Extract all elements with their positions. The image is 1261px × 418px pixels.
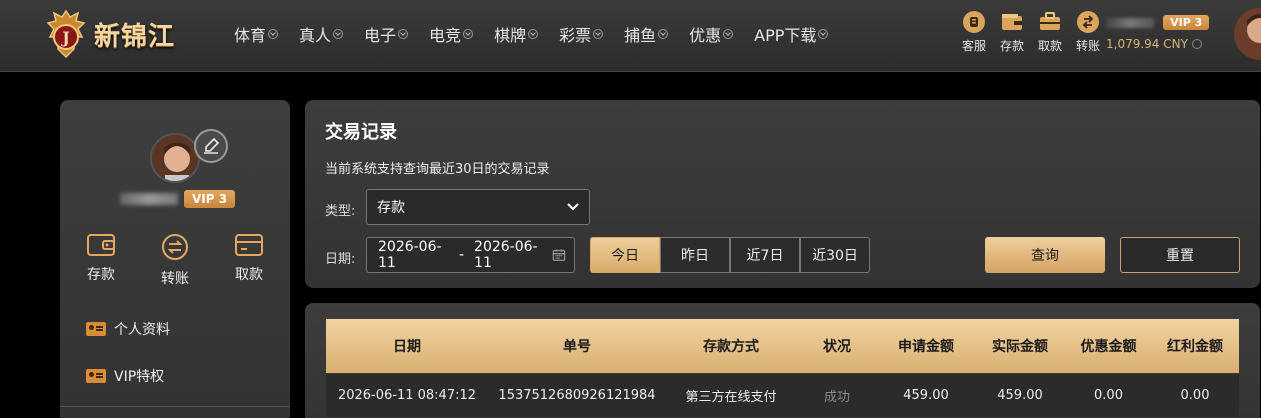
username-blurred — [1106, 17, 1154, 28]
support-button[interactable]: 客服 — [955, 10, 993, 54]
nav-item-app[interactable]: APP下载 — [754, 22, 829, 46]
vip-badge: VIP 3 — [1163, 15, 1210, 30]
avatar-photo-icon — [152, 135, 198, 181]
logo-badge-icon: J — [46, 9, 86, 59]
transfer-icon — [162, 234, 188, 260]
card-icon — [235, 234, 263, 256]
cell-bonus: 0.00 — [1180, 388, 1210, 403]
top-header: J 新锦江 体育 真人 电子 电竞 棋牌 彩票 捕鱼 优惠 APP下载 客服 存… — [0, 0, 1261, 72]
logo-letter: J — [60, 28, 70, 47]
records-table: 日期 单号 存款方式 状况 申请金额 实际金额 优惠金额 红利金额 2026-0… — [326, 319, 1239, 417]
chevron-down-icon — [593, 29, 604, 39]
edit-profile-button[interactable] — [194, 129, 228, 163]
sidebar-divider — [60, 406, 290, 407]
cell-method: 第三方在线支付 — [685, 390, 777, 405]
chevron-down-icon — [818, 29, 829, 39]
sidebar-withdraw-button[interactable]: 取款 — [222, 232, 276, 288]
date-range-input[interactable]: 2026-06-11 - 2026-06-11 — [366, 237, 575, 273]
table-header: 日期 单号 存款方式 状况 申请金额 实际金额 优惠金额 红利金额 — [326, 319, 1239, 373]
nav-item-esports[interactable]: 电竞 — [429, 22, 474, 46]
wallet-icon — [1002, 14, 1022, 30]
chevron-down-icon — [528, 29, 539, 39]
avatar-photo-icon — [1234, 8, 1261, 60]
avatar[interactable] — [150, 133, 200, 183]
vip-badge: VIP 3 — [184, 190, 236, 208]
filter-panel: 交易记录 当前系统支持查询最近30日的交易记录 类型: 存款 日期: 2026-… — [305, 100, 1260, 288]
date-end: 2026-06-11 — [474, 239, 538, 271]
chevron-down-icon — [1191, 39, 1202, 49]
sidebar-item-vip[interactable]: VIP特权 — [86, 366, 164, 386]
status-badge: 成功 — [823, 390, 850, 405]
col-order-no: 单号 — [563, 339, 591, 355]
col-promo: 优惠金额 — [1080, 339, 1137, 355]
logo[interactable]: J 新锦江 — [44, 6, 175, 62]
withdraw-icon — [1040, 12, 1060, 30]
range-30days-button[interactable]: 近30日 — [800, 237, 870, 273]
reset-button[interactable]: 重置 — [1120, 237, 1240, 273]
range-yesterday-button[interactable]: 昨日 — [660, 237, 730, 273]
deposit-button[interactable]: 存款 — [993, 10, 1031, 54]
nav-item-live[interactable]: 真人 — [299, 22, 344, 46]
nav-item-fishing[interactable]: 捕鱼 — [624, 22, 669, 46]
avatar[interactable] — [1234, 8, 1261, 60]
records-panel: 日期 单号 存款方式 状况 申请金额 实际金额 优惠金额 红利金额 2026-0… — [305, 303, 1260, 418]
page-title: 交易记录 — [325, 122, 397, 143]
type-select[interactable]: 存款 — [366, 189, 590, 225]
col-status: 状况 — [823, 339, 851, 355]
col-bonus: 红利金额 — [1167, 339, 1223, 355]
chevron-down-icon — [333, 29, 344, 39]
range-7days-button[interactable]: 近7日 — [730, 237, 800, 273]
transfer-icon — [1077, 11, 1099, 33]
nav-item-chess[interactable]: 棋牌 — [494, 22, 539, 46]
edit-icon — [204, 137, 220, 154]
transfer-button[interactable]: 转账 — [1069, 10, 1107, 54]
quick-actions: 存款 转账 取款 — [74, 232, 276, 288]
account-summary[interactable]: VIP 3 1,079.94 CNY — [1106, 12, 1210, 51]
support-icon — [963, 11, 985, 33]
sidebar-user: VIP 3 — [120, 190, 236, 208]
cell-requested: 459.00 — [903, 388, 949, 403]
chevron-down-icon — [658, 29, 669, 39]
type-label: 类型: — [325, 204, 356, 219]
query-note: 当前系统支持查询最近30日的交易记录 — [325, 162, 550, 177]
date-label: 日期: — [325, 252, 356, 267]
nav-item-slots[interactable]: 电子 — [364, 22, 409, 46]
col-actual: 实际金额 — [992, 339, 1048, 355]
chevron-down-icon — [723, 29, 734, 39]
vip-card-icon — [86, 369, 106, 383]
chevron-down-icon — [268, 29, 279, 39]
logo-text: 新锦江 — [94, 21, 176, 52]
sidebar-deposit-button[interactable]: 存款 — [74, 232, 128, 288]
chevron-down-icon — [398, 29, 409, 39]
withdraw-button[interactable]: 取款 — [1031, 10, 1069, 54]
sidebar: VIP 3 存款 转账 取款 个人资料 VIP特权 — [60, 100, 290, 418]
header-tools: 客服 存款 取款 转账 — [955, 10, 1107, 54]
chevron-down-icon — [463, 29, 474, 39]
range-today-button[interactable]: 今日 — [590, 237, 660, 273]
main-nav: 体育 真人 电子 电竞 棋牌 彩票 捕鱼 优惠 APP下载 — [234, 22, 849, 46]
nav-item-sports[interactable]: 体育 — [234, 22, 279, 46]
cell-date: 2026-06-11 08:47:12 — [337, 388, 477, 403]
cell-actual: 459.00 — [997, 388, 1043, 403]
profile-card-icon — [86, 322, 106, 336]
balance: 1,079.94 CNY — [1106, 37, 1209, 51]
date-start: 2026-06-11 — [378, 239, 442, 271]
sidebar-item-profile[interactable]: 个人资料 — [86, 319, 170, 339]
calendar-icon — [552, 249, 566, 261]
col-method: 存款方式 — [703, 339, 759, 355]
nav-item-lottery[interactable]: 彩票 — [559, 22, 604, 46]
col-date: 日期 — [393, 339, 421, 355]
cell-promo: 0.00 — [1094, 388, 1123, 403]
wallet-icon — [87, 234, 115, 256]
date-separator: - — [458, 247, 465, 263]
cell-order-no: 1537512680926121984 — [498, 388, 656, 403]
table-row[interactable]: 2026-06-11 08:47:12 1537512680926121984 … — [326, 373, 1239, 417]
nav-item-promo[interactable]: 优惠 — [689, 22, 734, 46]
query-button[interactable]: 查询 — [985, 237, 1105, 273]
username-blurred — [120, 193, 178, 205]
chevron-down-icon — [567, 203, 579, 211]
col-requested: 申请金额 — [898, 339, 954, 355]
sidebar-transfer-button[interactable]: 转账 — [148, 232, 202, 288]
